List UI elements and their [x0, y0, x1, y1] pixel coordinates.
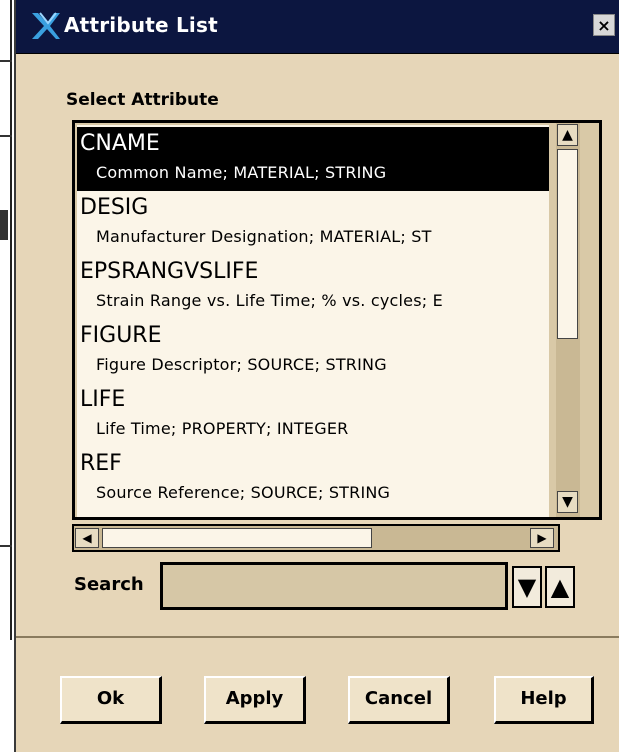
attribute-description: Manufacturer Designation; MATERIAL; ST: [96, 227, 432, 246]
cancel-button[interactable]: Cancel: [348, 676, 450, 724]
help-button[interactable]: Help: [494, 676, 594, 724]
attribute-description: Source Reference; SOURCE; STRING: [96, 483, 391, 502]
list-item[interactable]: LIFE Life Time; PROPERTY; INTEGER: [77, 383, 549, 447]
attribute-name: CNAME: [80, 131, 160, 156]
search-label: Search: [74, 574, 144, 595]
attribute-list: CNAME Common Name; MATERIAL; STRING DESIG M…: [77, 125, 549, 517]
list-item[interactable]: CNAME Common Name; MATERIAL; STRING: [77, 127, 549, 191]
search-next-button[interactable]: ▼: [512, 566, 542, 608]
select-attribute-label: Select Attribute: [66, 90, 219, 110]
scroll-left-icon[interactable]: ◀: [75, 528, 99, 548]
attribute-list-dialog: Attribute List × Select Attribute CNAME C…: [14, 0, 619, 752]
horizontal-scrollbar[interactable]: ◀ ▶: [72, 524, 560, 552]
background-window-border: [10, 0, 12, 640]
attribute-listbox[interactable]: CNAME Common Name; MATERIAL; STRING DESIG M…: [72, 120, 602, 520]
scroll-up-icon[interactable]: ▲: [557, 124, 578, 146]
background-divider: [0, 545, 12, 547]
attribute-name: FIGURE: [80, 323, 162, 348]
list-item[interactable]: EPSRANGVSLIFE Strain Range vs. Life Time;…: [77, 255, 549, 319]
ok-button[interactable]: Ok: [60, 676, 162, 724]
search-previous-button[interactable]: ▲: [545, 566, 575, 608]
close-button[interactable]: ×: [593, 14, 615, 36]
attribute-name: EPSRANGVSLIFE: [80, 259, 259, 284]
title-bar[interactable]: Attribute List ×: [16, 0, 619, 54]
scroll-right-icon[interactable]: ▶: [530, 528, 554, 548]
search-input[interactable]: [160, 562, 508, 610]
attribute-name: DESIG: [80, 195, 149, 220]
background-divider: [0, 135, 12, 137]
attribute-description: Life Time; PROPERTY; INTEGER: [96, 419, 349, 438]
background-divider: [0, 60, 12, 62]
app-logo-icon: [32, 12, 60, 39]
attribute-description: Common Name; MATERIAL; STRING: [96, 163, 387, 182]
dialog-title: Attribute List: [64, 13, 218, 37]
list-item[interactable]: REF Source Reference; SOURCE; STRING: [77, 447, 549, 511]
dialog-separator: [16, 636, 619, 638]
list-item[interactable]: FIGURE Figure Descriptor; SOURCE; STRING: [77, 319, 549, 383]
background-divider: [0, 210, 8, 240]
background-window-edge: [0, 0, 14, 752]
vertical-scroll-thumb[interactable]: [557, 149, 578, 339]
attribute-description: Strain Range vs. Life Time; % vs. cycles…: [96, 291, 443, 310]
apply-button[interactable]: Apply: [204, 676, 306, 724]
attribute-description: Figure Descriptor; SOURCE; STRING: [96, 355, 387, 374]
list-item[interactable]: DESIG Manufacturer Designation; MATERIAL;…: [77, 191, 549, 255]
horizontal-scroll-thumb[interactable]: [102, 528, 372, 548]
vertical-scrollbar[interactable]: ▲ ▼: [556, 123, 580, 517]
attribute-name: LIFE: [80, 387, 126, 412]
attribute-name: REF: [80, 451, 122, 476]
scroll-down-icon[interactable]: ▼: [557, 491, 578, 513]
